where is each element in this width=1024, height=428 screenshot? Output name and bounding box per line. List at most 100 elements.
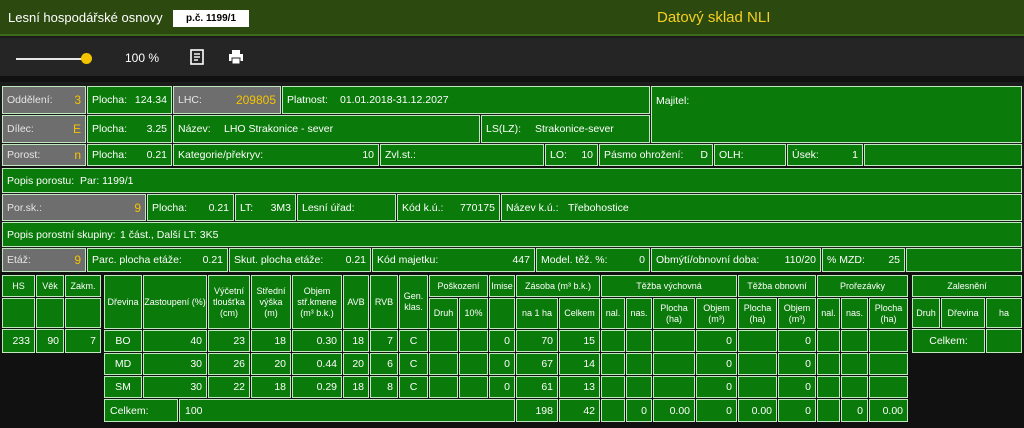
parcel-badge: p.č. 1199/1: [173, 10, 249, 27]
porsk-cell: Por.sk.: 9: [2, 194, 146, 221]
total-na1ha: 198: [516, 399, 558, 422]
species-cell-empty: [601, 330, 625, 352]
plocha-oddeleni-cell: Plocha: 124.34: [87, 86, 172, 114]
imise-header: Imise: [489, 275, 515, 297]
species-cell-zc: 14: [559, 353, 600, 375]
lesni-urad-cell: Lesní úřad:: [297, 194, 396, 221]
separator-strip: [0, 76, 1024, 82]
zoom-slider[interactable]: [16, 58, 88, 60]
species-cell-a: 18: [343, 330, 369, 352]
species-cell-zh: 61: [516, 376, 558, 398]
empty-cell-r3: [864, 144, 1022, 166]
total-pr-nal-blank: [817, 399, 840, 422]
total-tv-nas: 0: [626, 399, 652, 422]
species-cell-empty: [653, 330, 695, 352]
platnost-cell: Platnost: 01.01.2018-31.12.2027: [282, 86, 650, 114]
total-tob-plocha: 0.00: [738, 399, 777, 422]
tob-plocha-header: Plocha (ha): [738, 298, 777, 329]
lo-cell: LO: 10: [545, 144, 598, 166]
zal-total-value: [986, 329, 1022, 353]
zal-druh-header: Druh: [912, 298, 940, 328]
mzd-cell: % MZD: 25: [822, 248, 905, 272]
species-cell-empty: [626, 353, 652, 375]
kod-majetku-cell: Kód majetku: 447: [372, 248, 535, 272]
druh-header: Druh: [429, 298, 458, 329]
species-cell-empty: [869, 376, 908, 398]
model-tez-cell: Model. těž. %: 0: [536, 248, 650, 272]
empty-cell-r7: [906, 248, 1022, 272]
pct10-header: 10%: [459, 298, 488, 329]
usek-cell: Úsek: 1: [787, 144, 863, 166]
species-cell-empty: [817, 353, 840, 375]
kategorie-cell: Kategorie/překryv: 10: [173, 144, 379, 166]
total-label: Celkem:: [104, 399, 178, 422]
species-cell-empty: [869, 353, 908, 375]
species-cell-empty: [626, 330, 652, 352]
imise-blank: [489, 298, 515, 329]
species-cell-empty: [817, 330, 840, 352]
vycetni-header: Výčetní tloušťka (cm): [208, 275, 250, 329]
species-cell-empty: [653, 376, 695, 398]
datasklad-title: Datový sklad NLI: [657, 9, 771, 26]
species-cell-empty: [601, 353, 625, 375]
total-pr-plocha: 0.00: [869, 399, 908, 422]
species-cell-z: 30: [143, 353, 207, 375]
species-cell-i: 0: [489, 376, 515, 398]
zastoupeni-header: Zastoupení (%): [143, 275, 207, 329]
species-cell-o: 0.44: [292, 353, 342, 375]
species-cell-empty: [601, 376, 625, 398]
pr-nas-header: nas.: [841, 298, 868, 329]
species-cell-empty: [459, 376, 488, 398]
species-cell-empty: [626, 376, 652, 398]
total-tv-nal-blank: [601, 399, 625, 422]
zvlst-cell: Zvl.st.:: [380, 144, 544, 166]
notes-icon[interactable]: [188, 48, 206, 66]
vek-value: 90: [36, 329, 64, 353]
dilec-cell: Dílec: E: [2, 115, 86, 143]
species-cell-empty: [738, 353, 777, 375]
hs-header: HS: [2, 275, 35, 297]
species-cell-empty: [841, 376, 868, 398]
zal-total-label: Celkem:: [912, 329, 985, 353]
lhc-cell: LHC: 209805: [173, 86, 281, 114]
species-cell-a: 20: [343, 353, 369, 375]
tv-plocha-header: Plocha (ha): [653, 298, 695, 329]
species-cell-z: 40: [143, 330, 207, 352]
tv-nas-header: nas.: [626, 298, 652, 329]
species-cell-tob: 0: [778, 376, 816, 398]
hs-value: 233: [2, 329, 35, 353]
nazev-cell: Název: LHO Strakonice - sever: [173, 115, 480, 143]
total-zastoupeni: 100: [179, 399, 515, 422]
na1ha-header: na 1 ha: [516, 298, 558, 329]
stredni-header: Střední výška (m): [251, 275, 291, 329]
plocha-dilec-cell: Plocha: 3.25: [87, 115, 172, 143]
print-icon[interactable]: [227, 48, 245, 66]
species-cell-v: 20: [251, 353, 291, 375]
species-cell-r: 7: [370, 330, 398, 352]
species-cell-tob: 0: [778, 353, 816, 375]
tezba-obnovni-header: Těžba obnovní: [738, 275, 816, 297]
species-cell-empty: [738, 376, 777, 398]
zoom-slider-thumb[interactable]: [81, 53, 92, 64]
kod-ku-cell: Kód k.ú.: 770175: [397, 194, 500, 221]
celkem-header: Celkem: [559, 298, 600, 329]
species-cell-zc: 13: [559, 376, 600, 398]
zasoba-header: Zásoba (m³ b.k.): [516, 275, 600, 297]
species-cell-tv: 0: [696, 376, 737, 398]
species-cell-zc: 15: [559, 330, 600, 352]
porost-cell: Porost: n: [2, 144, 86, 166]
species-cell-empty: [459, 353, 488, 375]
species-cell-t: 22: [208, 376, 250, 398]
total-tob-objem: 0: [778, 399, 816, 422]
total-tv-plocha: 0.00: [653, 399, 695, 422]
vek-header: Věk: [36, 275, 64, 297]
popis-skupiny-cell: Popis porostní skupiny: 1 část., Další LT…: [2, 222, 1022, 247]
species-cell-empty: [429, 330, 458, 352]
species-cell-o: 0.30: [292, 330, 342, 352]
species-cell-zh: 67: [516, 353, 558, 375]
species-cell-tv: 0: [696, 353, 737, 375]
plocha-porost-cell: Plocha: 0.21: [87, 144, 172, 166]
plocha-porsk-cell: Plocha: 0.21: [147, 194, 234, 221]
species-cell-empty: [429, 353, 458, 375]
avb-header: AVB: [343, 275, 369, 329]
